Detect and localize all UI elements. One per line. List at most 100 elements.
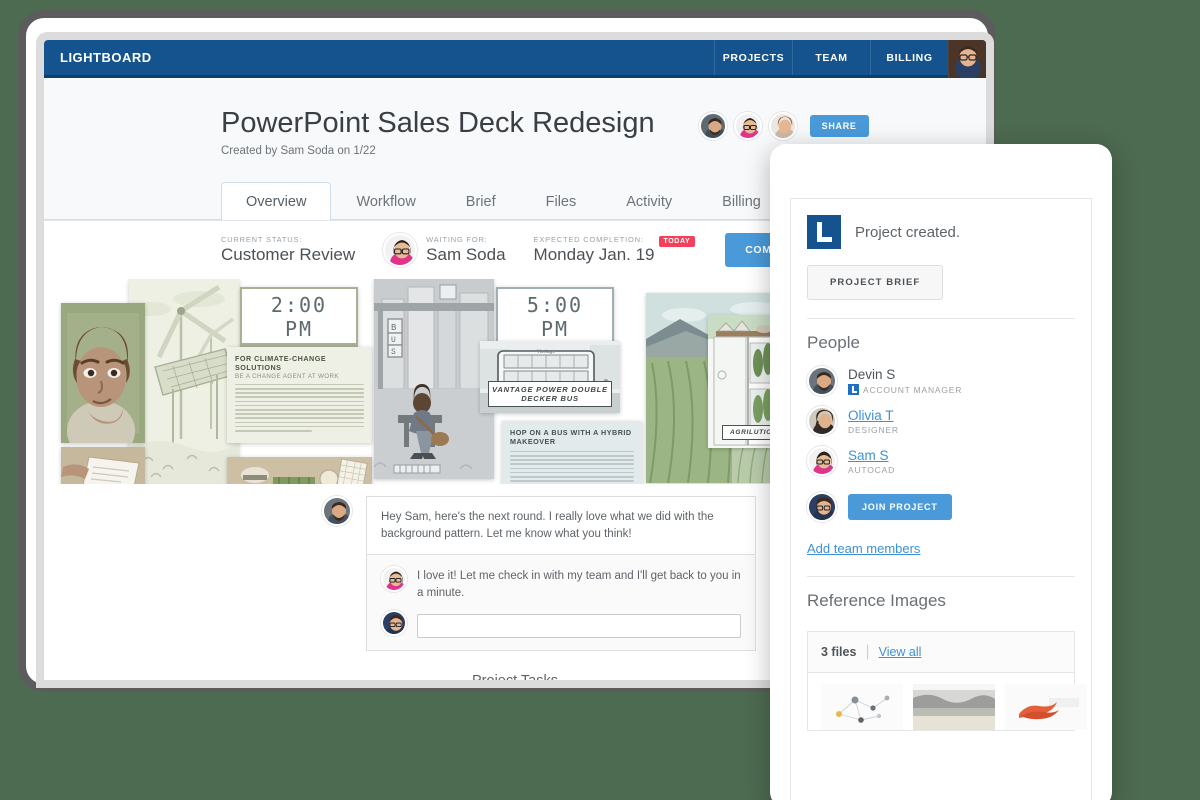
- svg-text:U: U: [391, 336, 396, 345]
- time-label-2: 5:00 PM: [498, 289, 612, 343]
- avatar-comment-author: [322, 496, 352, 526]
- app-logo-lightboard[interactable]: LIGHTBOARD: [44, 40, 168, 75]
- page-title: PowerPoint Sales Deck Redesign: [221, 108, 655, 140]
- files-count: 3 files: [821, 645, 856, 659]
- collage-city-panel[interactable]: B U S: [374, 279, 494, 479]
- comment-body: Hey Sam, here's the next round. I really…: [366, 496, 756, 651]
- expected-completion-group: EXPECTED COMPLETION: Monday Jan. 19 TODA…: [534, 235, 696, 265]
- share-button[interactable]: SHARE: [810, 115, 869, 137]
- card-subheading-climate: BE A CHANGE AGENT AT WORK: [235, 373, 364, 380]
- collage-portrait-card[interactable]: [61, 303, 145, 443]
- person-role: AUTOCAD: [848, 465, 895, 475]
- thumb-network-diagram[interactable]: [821, 684, 903, 730]
- person-info: Olivia T DESIGNER: [848, 408, 899, 435]
- current-status-label: CURRENT STATUS:: [221, 235, 355, 244]
- comment-message-1: Hey Sam, here's the next round. I really…: [367, 497, 755, 554]
- comment-reply-row: I love it! Let me check in with my team …: [381, 566, 741, 601]
- tab-files[interactable]: Files: [521, 182, 602, 220]
- lightboard-logo-icon: [807, 215, 841, 249]
- join-project-button[interactable]: JOIN PROJECT: [848, 494, 952, 520]
- collage-windmill-panel[interactable]: [129, 279, 239, 484]
- card-heading-climate: FOR CLIMATE-CHANGE SOLUTIONS: [235, 354, 364, 372]
- page-subtitle: Created by Sam Soda on 1/22: [221, 145, 655, 157]
- avatar-join-user: [807, 492, 837, 522]
- top-navigation-bar: LIGHTBOARD PROJECTS TEAM BILLING: [44, 40, 986, 78]
- svg-text:B: B: [391, 323, 397, 333]
- mobile-header-section: Project created. PROJECT BRIEF: [791, 199, 1091, 300]
- current-status-group: CURRENT STATUS: Customer Review: [221, 235, 355, 265]
- comment-reply-input[interactable]: [417, 614, 741, 638]
- bus-caption: VANTAGE POWER DOUBLE DECKER BUS: [488, 381, 612, 407]
- person-name-link[interactable]: Olivia T: [848, 408, 899, 423]
- person-info: Sam S AUTOCAD: [848, 448, 895, 475]
- avatar-devin-s: [807, 366, 837, 396]
- person-name: Devin S: [848, 367, 962, 382]
- person-role-text: AUTOCAD: [848, 465, 895, 475]
- card-body-lines: [235, 384, 364, 432]
- avatar-current-user: [381, 610, 407, 636]
- thumb-landscape[interactable]: [913, 684, 995, 730]
- person-info: Devin S ACCOUNT MANAGER: [848, 367, 962, 395]
- time-label-1: 2:00 PM: [242, 289, 356, 343]
- nav-item-projects[interactable]: PROJECTS: [714, 40, 792, 75]
- comment-message-2: I love it! Let me check in with my team …: [417, 566, 741, 601]
- reference-files-box: 3 files | View all: [807, 631, 1075, 731]
- waiting-for-value: Sam Soda: [426, 245, 505, 265]
- nav-item-billing[interactable]: BILLING: [870, 40, 948, 75]
- collage-text-card-bus[interactable]: HOP ON A BUS WITH A HYBRID MAKEOVER: [502, 421, 642, 484]
- lightboard-badge-icon: [848, 384, 859, 395]
- collage-desk-card[interactable]: [227, 457, 372, 484]
- comment-reply-block: I love it! Let me check in with my team …: [367, 554, 755, 649]
- nav-item-team[interactable]: TEAM: [792, 40, 870, 75]
- collage-bus-card[interactable]: Vantage VANTAGE POWER DOUBLE DECKER BUS: [480, 341, 620, 413]
- tab-brief[interactable]: Brief: [441, 182, 521, 220]
- status-badge-today: TODAY: [659, 236, 696, 247]
- person-name-link[interactable]: Sam S: [848, 448, 895, 463]
- nav-user-avatar[interactable]: [948, 40, 986, 78]
- avatar-olivia[interactable]: [769, 112, 797, 140]
- avatar-devin[interactable]: [699, 112, 727, 140]
- thumbnail-row: [808, 673, 1074, 730]
- files-divider: |: [865, 643, 869, 661]
- title-block: PowerPoint Sales Deck Redesign Created b…: [221, 108, 655, 157]
- project-created-text: Project created.: [855, 224, 960, 241]
- comment-input-row: [381, 610, 741, 638]
- thumb-orange-object[interactable]: [1005, 684, 1087, 730]
- collage-note-card[interactable]: [61, 447, 145, 484]
- join-project-row: JOIN PROJECT: [791, 487, 1091, 527]
- avatar-sam[interactable]: [734, 112, 762, 140]
- avatar-sam-s: [807, 446, 837, 476]
- person-role: ACCOUNT MANAGER: [848, 384, 962, 395]
- add-team-members-link[interactable]: Add team members: [807, 541, 920, 556]
- avatar-reply-author: [381, 566, 407, 592]
- collage-text-card-climate[interactable]: FOR CLIMATE-CHANGE SOLUTIONS BE A CHANGE…: [227, 347, 372, 443]
- list-item-person[interactable]: Devin S ACCOUNT MANAGER: [791, 361, 1091, 401]
- avatar-waiting-for: [383, 233, 417, 267]
- mobile-panel-content: Project created. PROJECT BRIEF People: [790, 198, 1092, 800]
- person-role: DESIGNER: [848, 425, 899, 435]
- project-brief-button[interactable]: PROJECT BRIEF: [807, 265, 943, 300]
- files-header: 3 files | View all: [808, 632, 1074, 673]
- nav-spacer: [168, 40, 714, 75]
- person-role-text: ACCOUNT MANAGER: [863, 385, 962, 395]
- card-body-lines-2: [510, 451, 634, 484]
- tab-workflow[interactable]: Workflow: [331, 182, 440, 220]
- waiting-for-label: WAITING FOR:: [426, 235, 505, 244]
- collaborator-group: SHARE: [699, 112, 869, 140]
- avatar-olivia-t: [807, 406, 837, 436]
- reference-images-heading: Reference Images: [791, 577, 1091, 619]
- tab-activity[interactable]: Activity: [601, 182, 697, 220]
- person-role-text: DESIGNER: [848, 425, 899, 435]
- waiting-for-group: WAITING FOR: Sam Soda: [383, 233, 505, 267]
- project-created-row: Project created.: [807, 215, 1075, 249]
- list-item-person[interactable]: Olivia T DESIGNER: [791, 401, 1091, 441]
- svg-text:Vantage: Vantage: [537, 349, 556, 355]
- view-all-link[interactable]: View all: [879, 645, 922, 659]
- list-item-person[interactable]: Sam S AUTOCAD: [791, 441, 1091, 481]
- current-status-value: Customer Review: [221, 245, 355, 265]
- card-heading-bus: HOP ON A BUS WITH A HYBRID MAKEOVER: [510, 428, 634, 446]
- screenshot-stage: LIGHTBOARD PROJECTS TEAM BILLING: [0, 0, 1200, 800]
- mobile-panel: Project created. PROJECT BRIEF People: [770, 144, 1112, 800]
- people-heading: People: [791, 319, 1091, 361]
- tab-overview[interactable]: Overview: [221, 182, 331, 220]
